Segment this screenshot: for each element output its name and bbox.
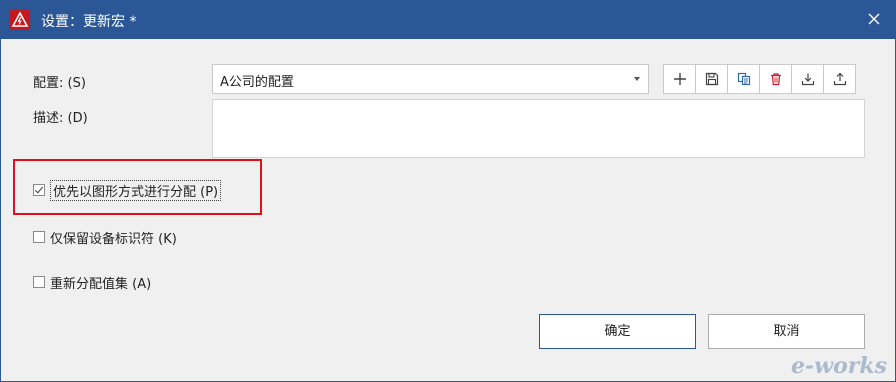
cancel-button[interactable]: 取消 xyxy=(708,314,865,349)
description-label: 描述: (D) xyxy=(33,111,88,126)
option-label: 重新分配值集 (A) xyxy=(50,276,152,292)
title-bar: 设置：更新宏 * xyxy=(1,1,895,39)
settings-dialog: 设置：更新宏 * 配置: (S) A公司的配置 描述: (D) 优先以图形方式进… xyxy=(0,0,896,382)
config-label: 配置: (S) xyxy=(33,76,86,91)
checkbox[interactable] xyxy=(33,276,45,288)
delete-icon xyxy=(770,73,781,86)
copy-icon xyxy=(737,72,750,86)
import-icon xyxy=(801,73,814,86)
warning-triangle-icon xyxy=(10,10,30,30)
option-reassign-value-set[interactable]: 重新分配值集 (A) xyxy=(33,273,152,292)
plus-icon xyxy=(673,73,686,85)
delete-config-button[interactable] xyxy=(759,64,792,94)
save-icon xyxy=(705,72,718,86)
export-config-button[interactable] xyxy=(823,64,856,94)
checkbox-checked[interactable] xyxy=(33,184,45,196)
option-keep-device-id[interactable]: 仅保留设备标识符 (K) xyxy=(33,228,177,247)
save-config-button[interactable] xyxy=(695,64,728,94)
add-config-button[interactable] xyxy=(663,64,696,94)
config-toolbar xyxy=(663,64,856,94)
ok-button[interactable]: 确定 xyxy=(539,314,696,349)
chevron-down-icon xyxy=(634,77,640,81)
config-select[interactable]: A公司的配置 xyxy=(212,64,649,94)
window-title: 设置：更新宏 * xyxy=(41,14,137,30)
config-select-value: A公司的配置 xyxy=(220,75,294,90)
option-label: 仅保留设备标识符 (K) xyxy=(50,231,177,247)
description-textarea[interactable] xyxy=(212,99,865,158)
watermark-logo: e-works xyxy=(791,353,887,379)
close-button[interactable] xyxy=(859,5,889,33)
option-prefer-graphical[interactable]: 优先以图形方式进行分配 (P) xyxy=(33,179,222,201)
option-label: 优先以图形方式进行分配 (P) xyxy=(50,179,222,201)
export-icon xyxy=(833,72,846,86)
import-config-button[interactable] xyxy=(791,64,824,94)
copy-config-button[interactable] xyxy=(727,64,760,94)
close-icon xyxy=(868,13,880,25)
checkbox[interactable] xyxy=(33,231,45,243)
